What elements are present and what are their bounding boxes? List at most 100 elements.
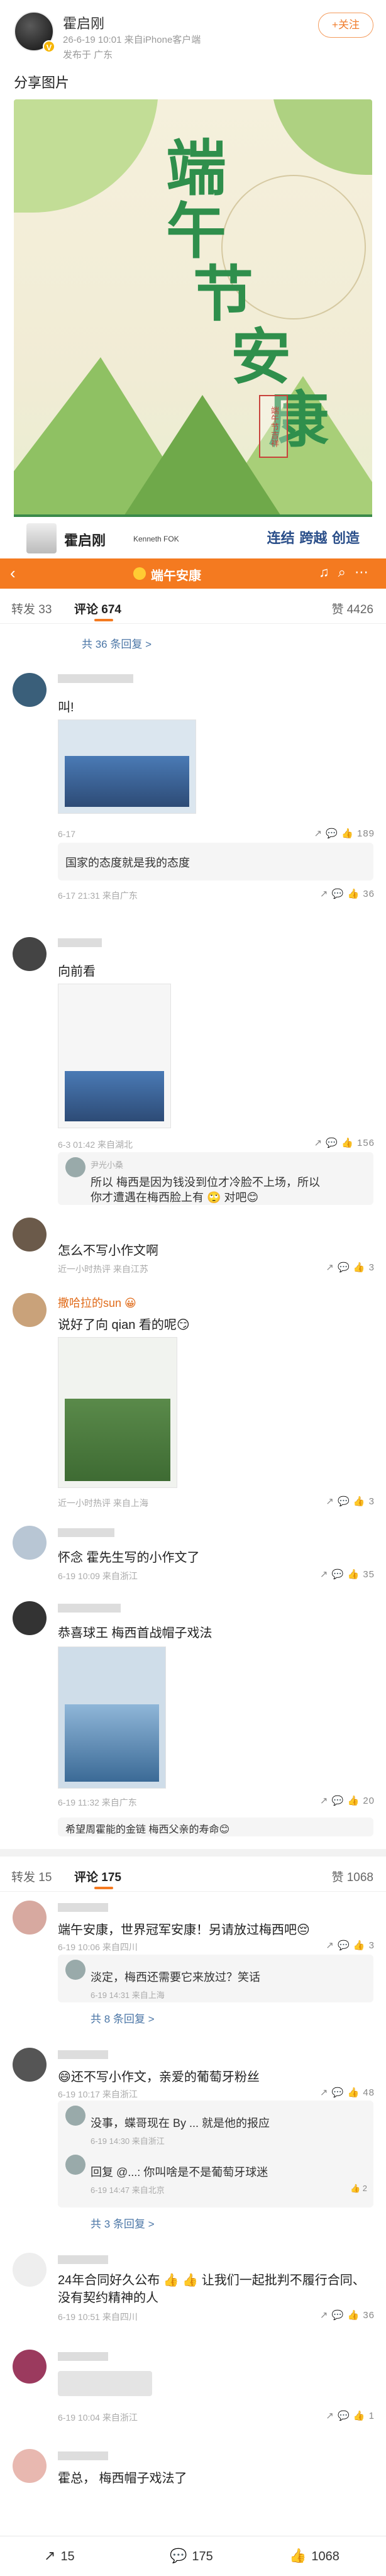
reply[interactable]: 淡定，梅西还需要它来放过？笑话 6-19 14:31 来自上海 [58, 1955, 373, 2002]
tab-repost[interactable]: 转发 15 [11, 1868, 52, 1885]
comment-actions[interactable]: ↗ 💬 👍 1 [326, 2410, 375, 2421]
comment-image[interactable] [58, 1337, 177, 1488]
verified-badge-icon: V [43, 40, 55, 53]
repost-button[interactable]: ↗ 15 [44, 2548, 75, 2564]
like-count: 1068 [311, 2550, 339, 2563]
hot-reply[interactable]: 国家的态度就是我的态度 [58, 843, 373, 880]
comment-image[interactable] [58, 984, 171, 1128]
comment-actions[interactable]: ↗ 💬 👍 20 [320, 1795, 375, 1806]
avatar[interactable] [65, 1960, 85, 1980]
like-button[interactable]: 👍 1068 [289, 2548, 339, 2564]
avatar[interactable] [65, 1157, 85, 1177]
comment-text: 24年合同好久公布 👍 👍 让我们一起批判不履行合同、没有契约精神的人 [58, 2273, 365, 2305]
comment-actions[interactable]: ↗ 💬 👍 3 [326, 1262, 375, 1273]
reply-text: 回复 @...: 你叫啥是不是葡萄牙球迷 [91, 2166, 268, 2179]
expand-replies-link[interactable]: 共 3 条回复 > [91, 2215, 155, 2231]
comment-actions[interactable]: ↗ 💬 👍 3 [326, 1940, 375, 1951]
topic-actions[interactable]: ♫⌕⋯ [319, 564, 377, 580]
comment-actions[interactable]: ↗ 💬 👍 35 [320, 1568, 375, 1580]
reply-author[interactable]: 尹光小桑 [91, 1158, 123, 1170]
comment: 端午安康，世界冠军安康！另请放过梅西吧😔 6-19 10:06 来自四川 ↗ 💬… [0, 1897, 386, 1960]
leaf-decoration [14, 99, 158, 213]
tab-comment[interactable]: 评论 674 [74, 600, 121, 617]
hot-reply[interactable]: 尹光小桑 所以 梅西是因为钱没到位才冷脸不上场，所以 你才遭遇在梅西脸上有 🙄 … [58, 1152, 373, 1205]
comment-text: 😄还不写小作文，亲爱的葡萄牙粉丝 [58, 2070, 260, 2084]
tab-comment[interactable]: 评论 175 [74, 1868, 121, 1885]
comment: 24年合同好久公布 👍 👍 让我们一起批判不履行合同、没有契约精神的人 6-19… [0, 2249, 386, 2337]
tab-like[interactable]: 赞 4426 [331, 600, 373, 617]
avatar[interactable] [13, 1901, 47, 1935]
comment-author[interactable] [58, 938, 102, 947]
comment-actions[interactable]: ↗ 💬 👍 36 [320, 2309, 375, 2321]
avatar[interactable] [13, 2253, 47, 2287]
avatar[interactable] [13, 1218, 47, 1252]
comment-author[interactable] [58, 1604, 121, 1613]
repost-icon: ↗ [44, 2548, 56, 2563]
tabs: 转发 15 评论 175 赞 1068 [0, 1859, 386, 1892]
comment-meta: 近一小时热评 来自江苏 [58, 1264, 148, 1274]
reply-actions[interactable]: 👍 2 [350, 2184, 367, 2194]
avatar[interactable] [13, 673, 47, 707]
comment-image[interactable] [58, 2371, 152, 2396]
avatar[interactable] [13, 937, 47, 971]
poster-footer-slogan: 连结 跨越 创造 [267, 530, 360, 547]
poster-footer-name: 霍启刚 [64, 533, 106, 548]
expand-replies-link[interactable]: 共 36 条回复 > [82, 635, 152, 651]
headphones-icon[interactable]: ♫ [319, 564, 338, 580]
avatar[interactable] [13, 1526, 47, 1560]
comment-author[interactable] [58, 2352, 108, 2361]
comment: 向前看 6-3 01:42 来自湖北 ↗ 💬 👍 156 [0, 931, 386, 1182]
avatar[interactable] [13, 2350, 47, 2384]
author-name[interactable]: 霍启刚 [63, 13, 104, 33]
comment-author[interactable] [58, 1528, 114, 1537]
chevron-left-icon[interactable]: ‹ [10, 564, 16, 583]
comment: 霍总， 梅西帽子戏法了 [0, 2445, 386, 2527]
comment-author[interactable]: 撒哈拉的sun 😀 [58, 1294, 136, 1311]
comment-meta: 6-19 10:09 来自浙江 [58, 1571, 138, 1581]
reply[interactable]: 没事，蝶哥现在 By ... 就是他的报应 6-19 14:30 来自浙江 回复… [58, 2101, 373, 2207]
comment-image[interactable] [58, 719, 196, 814]
reply-meta: 6-19 14:31 来自上海 [91, 1990, 165, 2000]
reply-meta: 6-19 14:30 来自浙江 [91, 2136, 165, 2146]
poster-title-char: 节 [193, 258, 253, 330]
comment: 😄还不写小作文，亲爱的葡萄牙粉丝 6-19 10:17 来自浙江 ↗ 💬 👍 4… [0, 2044, 386, 2107]
avatar[interactable] [13, 2048, 47, 2082]
more-icon[interactable]: ⋯ [355, 564, 377, 580]
comment-meta: 近一小时热评 来自上海 [58, 1498, 148, 1508]
search-icon[interactable]: ⌕ [338, 564, 355, 580]
poster-title: 端 午 节 安 康 [143, 137, 329, 452]
hot-reply[interactable]: 希望周霍能的金链 梅西父亲的寿命😊 [58, 1818, 373, 1836]
avatar[interactable] [65, 2155, 85, 2175]
comment-meta: 6-19 10:04 来自浙江 [58, 2412, 138, 2423]
comment-author[interactable] [58, 674, 133, 683]
comment-author[interactable] [58, 2451, 108, 2460]
tab-repost[interactable]: 转发 33 [11, 600, 52, 617]
follow-button[interactable]: +关注 [318, 13, 373, 38]
comment-text: 怎么不写小作文啊 [58, 1244, 158, 1258]
avatar[interactable] [13, 2449, 47, 2483]
post-meta: 26-6-19 10:01 来自iPhone客户端 [63, 35, 201, 45]
comment-button[interactable]: 💬 175 [170, 2548, 213, 2564]
avatar[interactable] [13, 1601, 47, 1635]
topic-icon [133, 567, 146, 580]
expand-replies-link[interactable]: 共 8 条回复 > [91, 2010, 155, 2026]
comment-author[interactable] [58, 2255, 108, 2264]
comment-image[interactable] [58, 1646, 166, 1789]
reply-text: 希望周霍能的金链 梅西父亲的寿命😊 [65, 1824, 230, 1835]
comment-meta: 6-17 21:31 来自广东 [58, 891, 138, 901]
topic-title[interactable]: 端午安康 [151, 565, 201, 584]
comment-author[interactable] [58, 2050, 108, 2059]
comment-actions[interactable]: ↗ 💬 👍 48 [320, 2087, 375, 2098]
reply-text: 所以 梅西是因为钱没到位才冷脸不上场，所以 [91, 1176, 320, 1189]
tab-like[interactable]: 赞 1068 [331, 1868, 373, 1885]
comment-author[interactable] [58, 1903, 108, 1912]
reply-meta: 6-19 14:47 来自北京 [91, 2185, 165, 2195]
poster-image[interactable]: 端 午 节 安 康 端午节吉祥 霍启刚 Kenneth FOK 连结 跨越 创造 [14, 99, 372, 558]
comment-actions[interactable]: ↗ 💬 👍 3 [326, 1496, 375, 1507]
comment-actions[interactable]: ↗ 💬 👍 36 [320, 888, 375, 899]
post-header: V 霍启刚 26-6-19 10:01 来自iPhone客户端 发布于 广东 +… [0, 0, 386, 69]
comment-actions[interactable]: ↗ 💬 👍 156 [314, 1137, 375, 1148]
avatar[interactable] [65, 2106, 85, 2126]
comment-actions[interactable]: ↗ 💬 👍 189 [314, 828, 375, 839]
avatar[interactable] [13, 1293, 47, 1327]
